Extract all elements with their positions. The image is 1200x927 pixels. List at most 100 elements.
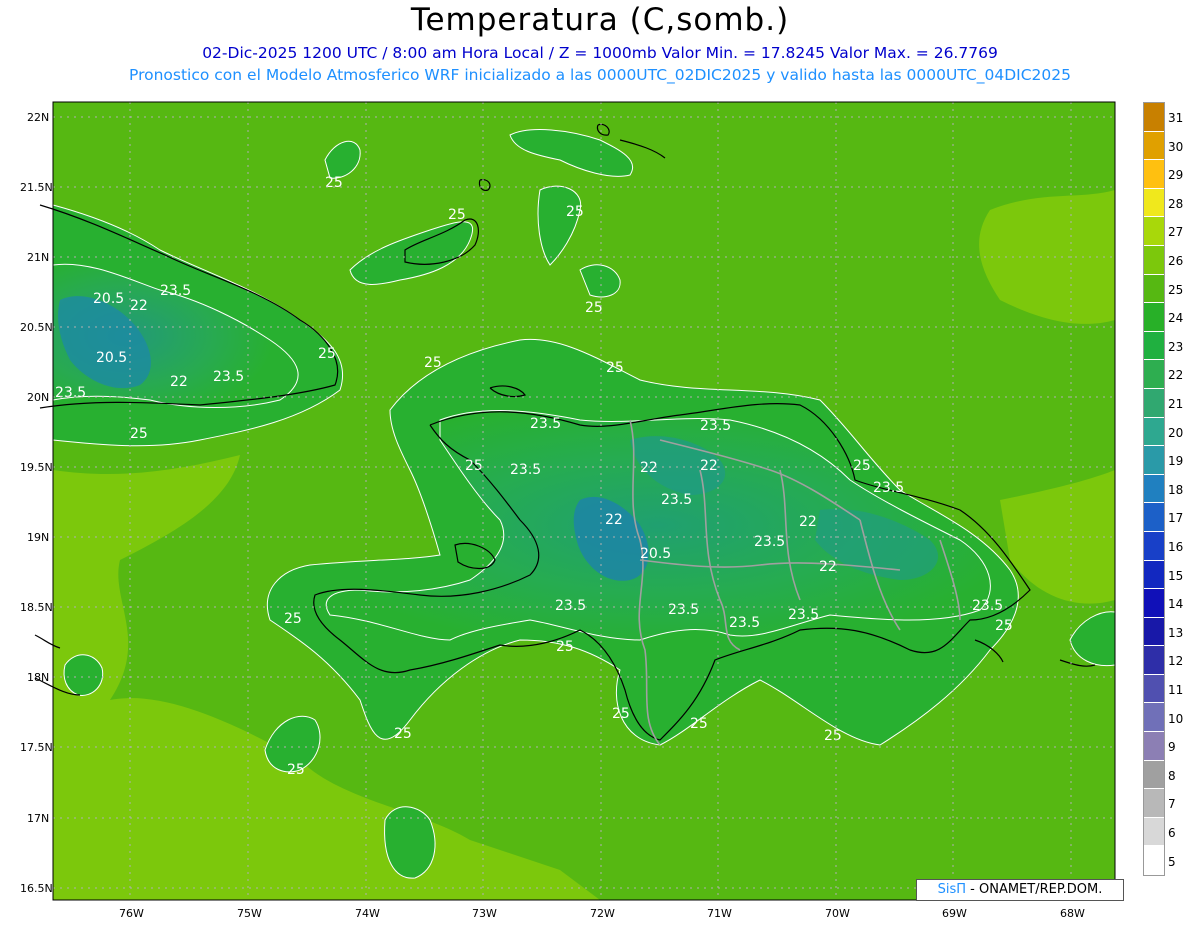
legend-swatch — [1144, 589, 1164, 618]
legend-swatch — [1144, 474, 1164, 504]
temperature-map: 25 25 25 25 25 25 25 25 25 25 25 25 25 2… — [20, 101, 1116, 920]
contour-label: 23.5 — [661, 492, 692, 508]
lat-label: 20.5N — [20, 321, 53, 334]
contour-label: 25 — [325, 175, 343, 191]
contour-label: 22 — [605, 512, 623, 528]
legend-swatch — [1144, 274, 1164, 304]
lat-label: 19.5N — [20, 461, 53, 474]
legend-swatch — [1144, 245, 1164, 275]
contour-label: 25 — [566, 204, 584, 220]
contour-label: 25 — [130, 426, 148, 442]
lon-label: 75W — [237, 907, 262, 920]
contour-label: 20.5 — [93, 291, 124, 307]
legend-swatch — [1144, 846, 1164, 876]
lon-label: 68W — [1060, 907, 1085, 920]
legend-swatch — [1144, 160, 1164, 189]
lat-label: 21N — [27, 251, 49, 264]
lat-label: 22N — [27, 111, 49, 124]
contour-label: 23.5 — [754, 534, 785, 550]
legend-swatch — [1144, 674, 1164, 704]
legend-value: 21 — [1168, 397, 1184, 411]
lat-label: 20N — [27, 391, 49, 404]
lon-label: 72W — [590, 907, 615, 920]
contour-label: 23.5 — [555, 598, 586, 614]
legend-value: 15 — [1168, 568, 1184, 583]
contour-label: 23.5 — [873, 480, 904, 496]
island-jamaica-west — [63, 654, 104, 696]
legend-swatch — [1144, 217, 1164, 246]
legend-value: 25 — [1168, 282, 1184, 297]
legend-value: 20 — [1168, 425, 1184, 440]
contour-label: 23.5 — [668, 602, 699, 618]
legend-swatch — [1144, 103, 1164, 132]
legend-swatch — [1144, 331, 1164, 361]
legend-value: 28 — [1168, 196, 1184, 211]
lon-label: 69W — [942, 907, 967, 920]
contour-label: 25 — [287, 762, 305, 778]
contour-label: 23.5 — [729, 615, 760, 631]
lat-label: 21.5N — [20, 181, 53, 194]
contour-label: 22 — [700, 458, 718, 474]
lon-label: 70W — [825, 907, 850, 920]
legend-swatch — [1144, 360, 1164, 389]
legend-value: 19 — [1168, 454, 1184, 469]
contour-label: 23.5 — [530, 416, 561, 432]
lon-label: 76W — [119, 907, 144, 920]
contour-label: 25 — [690, 716, 708, 732]
lat-label: 18N — [27, 671, 49, 684]
legend-value: 24 — [1168, 311, 1184, 326]
color-legend — [1143, 102, 1165, 877]
legend-value: 10 — [1168, 711, 1184, 726]
legend-swatch — [1144, 388, 1164, 418]
legend-value: 17 — [1168, 511, 1184, 526]
contour-label: 22 — [819, 559, 837, 575]
lon-label: 73W — [472, 907, 497, 920]
contour-label: 23.5 — [788, 607, 819, 623]
contour-label: 25 — [995, 618, 1013, 634]
legend-swatch — [1144, 503, 1164, 532]
legend-value: 8 — [1168, 768, 1176, 783]
legend-value: 11 — [1168, 683, 1184, 697]
legend-swatch — [1144, 303, 1164, 332]
legend-swatch — [1144, 760, 1164, 790]
legend-value: 16 — [1168, 540, 1184, 554]
contour-label: 25 — [556, 639, 574, 655]
legend-value: 29 — [1168, 168, 1184, 183]
legend-swatch — [1144, 560, 1164, 590]
legend-swatch — [1144, 789, 1164, 818]
contour-label: 25 — [612, 706, 630, 722]
legend-swatch — [1144, 732, 1164, 761]
legend-value: 5 — [1168, 854, 1176, 869]
lat-label: 17.5N — [20, 741, 53, 754]
contour-label: 20.5 — [96, 350, 127, 366]
credit-brand: SisΠ — [937, 882, 967, 897]
contour-label: 25 — [284, 611, 302, 627]
legend-value: 27 — [1168, 225, 1184, 240]
contour-label: 25 — [394, 726, 412, 742]
legend-value: 31 — [1168, 111, 1184, 125]
contour-label: 25 — [853, 458, 871, 474]
contour-label: 25 — [448, 207, 466, 223]
legend-swatch — [1144, 817, 1164, 847]
lat-label: 19N — [27, 531, 49, 544]
legend-swatch — [1144, 188, 1164, 218]
lon-label: 71W — [707, 907, 732, 920]
legend-value: 9 — [1168, 740, 1176, 755]
latitude-labels: 22N 21.5N 21N 20.5N 20N 19.5N 19N 18.5N … — [20, 111, 53, 895]
contour-label: 23.5 — [55, 385, 86, 401]
lat-label: 16.5N — [20, 882, 53, 895]
legend-value: 30 — [1168, 139, 1184, 154]
contour-label: 22 — [640, 460, 658, 476]
legend-swatch — [1144, 617, 1164, 647]
contour-label: 23.5 — [160, 283, 191, 299]
contour-label: 22 — [130, 298, 148, 314]
lat-label: 17N — [27, 812, 49, 825]
contour-label: 25 — [318, 346, 336, 362]
contour-label: 25 — [585, 300, 603, 316]
legend-swatch — [1144, 131, 1164, 161]
credit-box: SisΠ - ONAMET/REP.DOM. — [916, 879, 1124, 901]
legend-swatch — [1144, 417, 1164, 447]
legend-value: 13 — [1168, 625, 1184, 640]
legend-value: 23 — [1168, 339, 1184, 354]
contour-label: 23.5 — [510, 462, 541, 478]
